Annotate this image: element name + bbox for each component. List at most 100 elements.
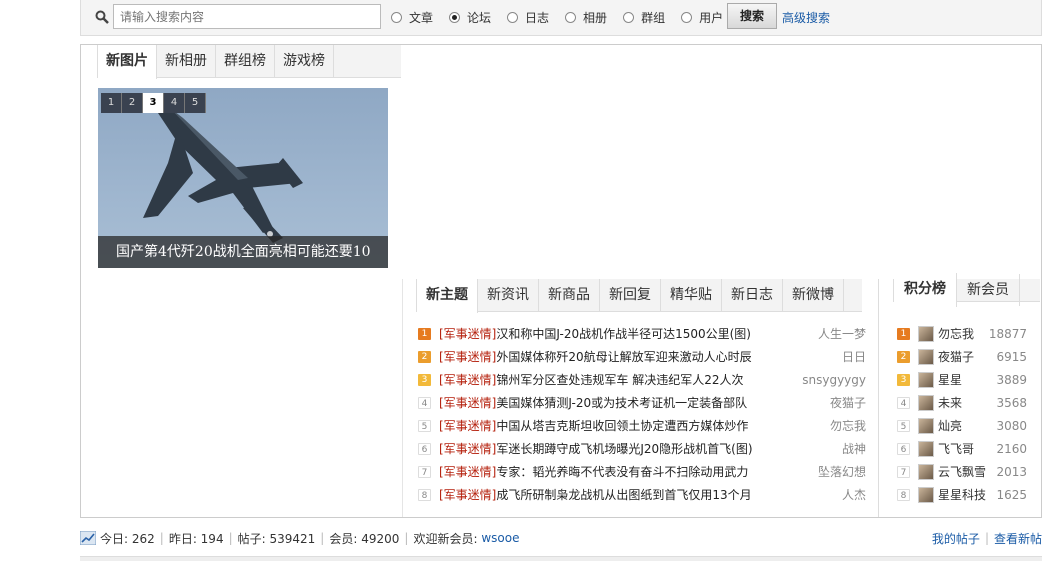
- tab-new-pictures[interactable]: 新图片: [98, 45, 157, 79]
- user-score: 2160: [996, 441, 1027, 456]
- post-title[interactable]: 锦州军分区查处违规军车 解决违纪军人22人次: [496, 371, 798, 388]
- pager-page-1[interactable]: 1: [101, 93, 122, 113]
- stats-members: 会员: 49200: [329, 531, 400, 546]
- picture-tabs: 新图片 新相册 群组榜 游戏榜: [97, 45, 401, 79]
- user-name[interactable]: 飞飞哥: [938, 440, 987, 457]
- post-category[interactable]: [军事迷情]: [439, 440, 496, 457]
- post-author[interactable]: 战神: [798, 440, 866, 457]
- post-category[interactable]: [军事迷情]: [439, 486, 496, 503]
- post-author[interactable]: 人生一梦: [798, 325, 866, 342]
- search-input[interactable]: [113, 4, 381, 29]
- post-author[interactable]: 人杰: [798, 486, 866, 503]
- rank-number: 7: [897, 465, 910, 478]
- search-type-album[interactable]: 相册: [565, 9, 607, 26]
- tab-new-blogs[interactable]: 新日志: [722, 279, 783, 311]
- post-title[interactable]: 军迷长期蹲守成飞机场曝光J20隐形战机首飞(图): [496, 440, 798, 457]
- tab-featured[interactable]: 精华贴: [661, 279, 722, 311]
- rank-number: 3: [418, 373, 431, 386]
- separator: |: [404, 531, 409, 545]
- pager-page-4[interactable]: 4: [164, 93, 185, 113]
- post-category[interactable]: [军事迷情]: [439, 325, 496, 342]
- post-title[interactable]: 汉和称中国J-20战机作战半径可达1500公里(图): [496, 325, 798, 342]
- new-member-link[interactable]: wsooe: [481, 531, 519, 545]
- post-category[interactable]: [军事迷情]: [439, 463, 496, 480]
- user-name[interactable]: 星星: [938, 371, 987, 388]
- user-name[interactable]: 灿亮: [938, 417, 987, 434]
- post-title[interactable]: 专家：韬光养晦不代表没有奋斗不扫除动用武力: [496, 463, 798, 480]
- post-category[interactable]: [军事迷情]: [439, 371, 496, 388]
- list-item: 1 [军事迷情] 汉和称中国J-20战机作战半径可达1500公里(图) 人生一梦: [418, 322, 866, 345]
- post-category[interactable]: [军事迷情]: [439, 417, 496, 434]
- tab-points-ranking[interactable]: 积分榜: [894, 273, 957, 307]
- user-name[interactable]: 未来: [938, 394, 987, 411]
- avatar[interactable]: [918, 348, 934, 365]
- post-category[interactable]: [军事迷情]: [439, 394, 496, 411]
- post-title[interactable]: 中国从塔吉克斯坦收回领土协定遭西方媒体炒作: [496, 417, 798, 434]
- list-item: 8 星星科技 1625: [897, 483, 1027, 506]
- rank-number: 4: [418, 396, 431, 409]
- pager-page-2[interactable]: 2: [122, 93, 143, 113]
- user-name[interactable]: 云飞飘雪: [938, 463, 987, 480]
- avatar[interactable]: [918, 371, 934, 388]
- separator: |: [228, 531, 233, 545]
- search-type-forum[interactable]: 论坛: [449, 9, 491, 26]
- user-name[interactable]: 勿忘我: [938, 325, 987, 342]
- avatar[interactable]: [918, 440, 934, 457]
- radio-icon: [391, 11, 402, 23]
- tab-group-ranking[interactable]: 群组榜: [216, 45, 275, 77]
- tab-new-members[interactable]: 新会员: [957, 274, 1020, 306]
- tab-new-news[interactable]: 新资讯: [478, 279, 539, 311]
- search-type-group[interactable]: 群组: [623, 9, 665, 26]
- post-title[interactable]: 美国媒体猜测J-20或为技术考证机一定装备部队: [496, 394, 798, 411]
- user-score: 1625: [996, 487, 1027, 502]
- post-author[interactable]: 勿忘我: [798, 417, 866, 434]
- tab-new-goods[interactable]: 新商品: [539, 279, 600, 311]
- tab-new-replies[interactable]: 新回复: [600, 279, 661, 311]
- search-type-blog[interactable]: 日志: [507, 9, 549, 26]
- post-category[interactable]: [军事迷情]: [439, 348, 496, 365]
- list-item: 6 飞飞哥 2160: [897, 437, 1027, 460]
- avatar[interactable]: [918, 325, 934, 342]
- user-name[interactable]: 夜猫子: [938, 348, 987, 365]
- avatar[interactable]: [918, 394, 934, 411]
- post-title[interactable]: 外国媒体称歼20航母让解放军迎来激动人心时辰: [496, 348, 798, 365]
- post-author[interactable]: 日日: [798, 348, 866, 365]
- advanced-search-link[interactable]: 高级搜索: [782, 9, 830, 26]
- slideshow-caption[interactable]: 国产第4代歼20战机全面亮相可能还要10: [98, 236, 388, 268]
- avatar[interactable]: [918, 486, 934, 503]
- radio-icon: [623, 11, 635, 23]
- pager-page-3[interactable]: 3: [143, 93, 164, 113]
- list-item: 6 [军事迷情] 军迷长期蹲守成飞机场曝光J20隐形战机首飞(图) 战神: [418, 437, 866, 460]
- avatar[interactable]: [918, 417, 934, 434]
- post-author[interactable]: 坠落幻想: [798, 463, 866, 480]
- avatar[interactable]: [918, 463, 934, 480]
- post-author[interactable]: 夜猫子: [798, 394, 866, 411]
- post-author[interactable]: snsygyygy: [798, 373, 866, 387]
- picture-slideshow[interactable]: 1 2 3 4 5 国产第4代歼20战机全面亮相可能还要10: [98, 88, 388, 268]
- list-item: 4 [军事迷情] 美国媒体猜测J-20或为技术考证机一定装备部队 夜猫子: [418, 391, 866, 414]
- user-name[interactable]: 星星科技: [938, 486, 987, 503]
- list-item: 5 灿亮 3080: [897, 414, 1027, 437]
- post-title[interactable]: 成飞所研制枭龙战机从出图纸到首飞仅用13个月: [496, 486, 798, 503]
- tab-new-microblogs[interactable]: 新微博: [783, 279, 844, 311]
- pager-page-5[interactable]: 5: [185, 93, 206, 113]
- view-new-posts-link[interactable]: 查看新帖: [994, 530, 1042, 547]
- stats-yesterday: 昨日: 194: [168, 531, 224, 546]
- tab-new-topics[interactable]: 新主题: [417, 279, 478, 313]
- divider: [878, 279, 879, 517]
- rank-number: 3: [897, 373, 910, 386]
- search-type-user[interactable]: 用户: [681, 9, 723, 26]
- tab-game-ranking[interactable]: 游戏榜: [275, 45, 334, 77]
- list-item: 7 [军事迷情] 专家：韬光养晦不代表没有奋斗不扫除动用武力 坠落幻想: [418, 460, 866, 483]
- tab-new-albums[interactable]: 新相册: [157, 45, 216, 77]
- user-score: 3568: [996, 395, 1027, 410]
- radio-icon: [449, 11, 461, 23]
- radio-label: 用户: [699, 10, 724, 25]
- separator: |: [984, 531, 989, 545]
- list-item: 5 [军事迷情] 中国从塔吉克斯坦收回领土协定遭西方媒体炒作 勿忘我: [418, 414, 866, 437]
- search-type-article[interactable]: 文章: [391, 9, 433, 26]
- user-score: 2013: [996, 464, 1027, 479]
- search-button[interactable]: 搜索: [727, 3, 777, 29]
- radio-icon: [565, 11, 577, 23]
- my-posts-link[interactable]: 我的帖子: [932, 530, 980, 547]
